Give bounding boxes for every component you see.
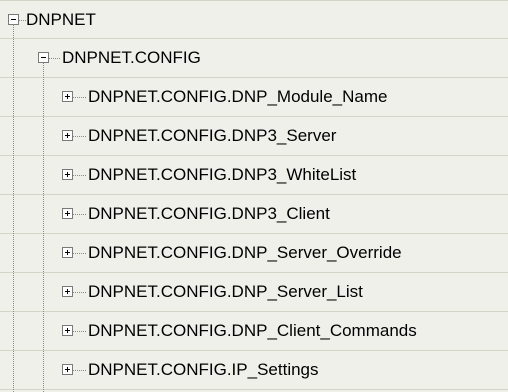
tree-node-label[interactable]: DNPNET [26,9,96,31]
tree-connector [73,292,86,293]
plus-box-icon[interactable] [62,364,73,375]
minus-box-icon[interactable] [38,52,49,63]
tree-connector [73,214,86,215]
tree-node-dnpnet-config[interactable]: DNPNET.CONFIG [0,39,508,78]
tree-node-dnp3-whitelist[interactable]: DNPNET.CONFIG.DNP3_WhiteList [0,156,508,195]
tree-connector [49,58,60,59]
tree-node-dnp-module-name[interactable]: DNPNET.CONFIG.DNP_Module_Name [0,78,508,117]
tree-node-dnp-server-list[interactable]: DNPNET.CONFIG.DNP_Server_List [0,273,508,312]
tree-connector [73,253,86,254]
plus-box-icon[interactable] [62,91,73,102]
tree-node-dnp-client-commands[interactable]: DNPNET.CONFIG.DNP_Client_Commands [0,312,508,351]
tree-connector [43,63,44,392]
tree-node-dnp3-client[interactable]: DNPNET.CONFIG.DNP3_Client [0,195,508,234]
tree-view: DNPNET DNPNET.CONFIG DNPNET.CONFIG.DNP_M… [0,0,508,392]
tree-connector [73,136,86,137]
plus-box-icon[interactable] [62,208,73,219]
tree-node-ip-settings[interactable]: DNPNET.CONFIG.IP_Settings [0,351,508,390]
tree-node-label[interactable]: DNPNET.CONFIG.DNP_Server_List [88,281,363,303]
plus-box-icon[interactable] [62,325,73,336]
tree-node-label[interactable]: DNPNET.CONFIG.DNP3_Client [88,203,330,225]
tree-node-label[interactable]: DNPNET.CONFIG.IP_Settings [88,359,319,381]
tree-node-label[interactable]: DNPNET.CONFIG [62,47,201,69]
plus-box-icon[interactable] [62,169,73,180]
tree-node-dnp-server-override[interactable]: DNPNET.CONFIG.DNP_Server_Override [0,234,508,273]
tree-node-label[interactable]: DNPNET.CONFIG.DNP_Module_Name [88,86,387,108]
tree-node-label[interactable]: DNPNET.CONFIG.DNP_Client_Commands [88,320,417,342]
tree-node-label[interactable]: DNPNET.CONFIG.DNP_Server_Override [88,242,402,264]
tree-node-dnp3-server[interactable]: DNPNET.CONFIG.DNP3_Server [0,117,508,156]
plus-box-icon[interactable] [62,247,73,258]
tree-connector [13,24,14,392]
tree-connector [73,97,86,98]
tree-node-dnpnet[interactable]: DNPNET [0,0,508,39]
plus-box-icon[interactable] [62,130,73,141]
tree-connector [73,370,86,371]
tree-connector [73,331,86,332]
tree-node-label[interactable]: DNPNET.CONFIG.DNP3_Server [88,125,336,147]
tree-node-label[interactable]: DNPNET.CONFIG.DNP3_WhiteList [88,164,356,186]
tree-connector [19,20,26,21]
tree-connector [73,175,86,176]
plus-box-icon[interactable] [62,286,73,297]
